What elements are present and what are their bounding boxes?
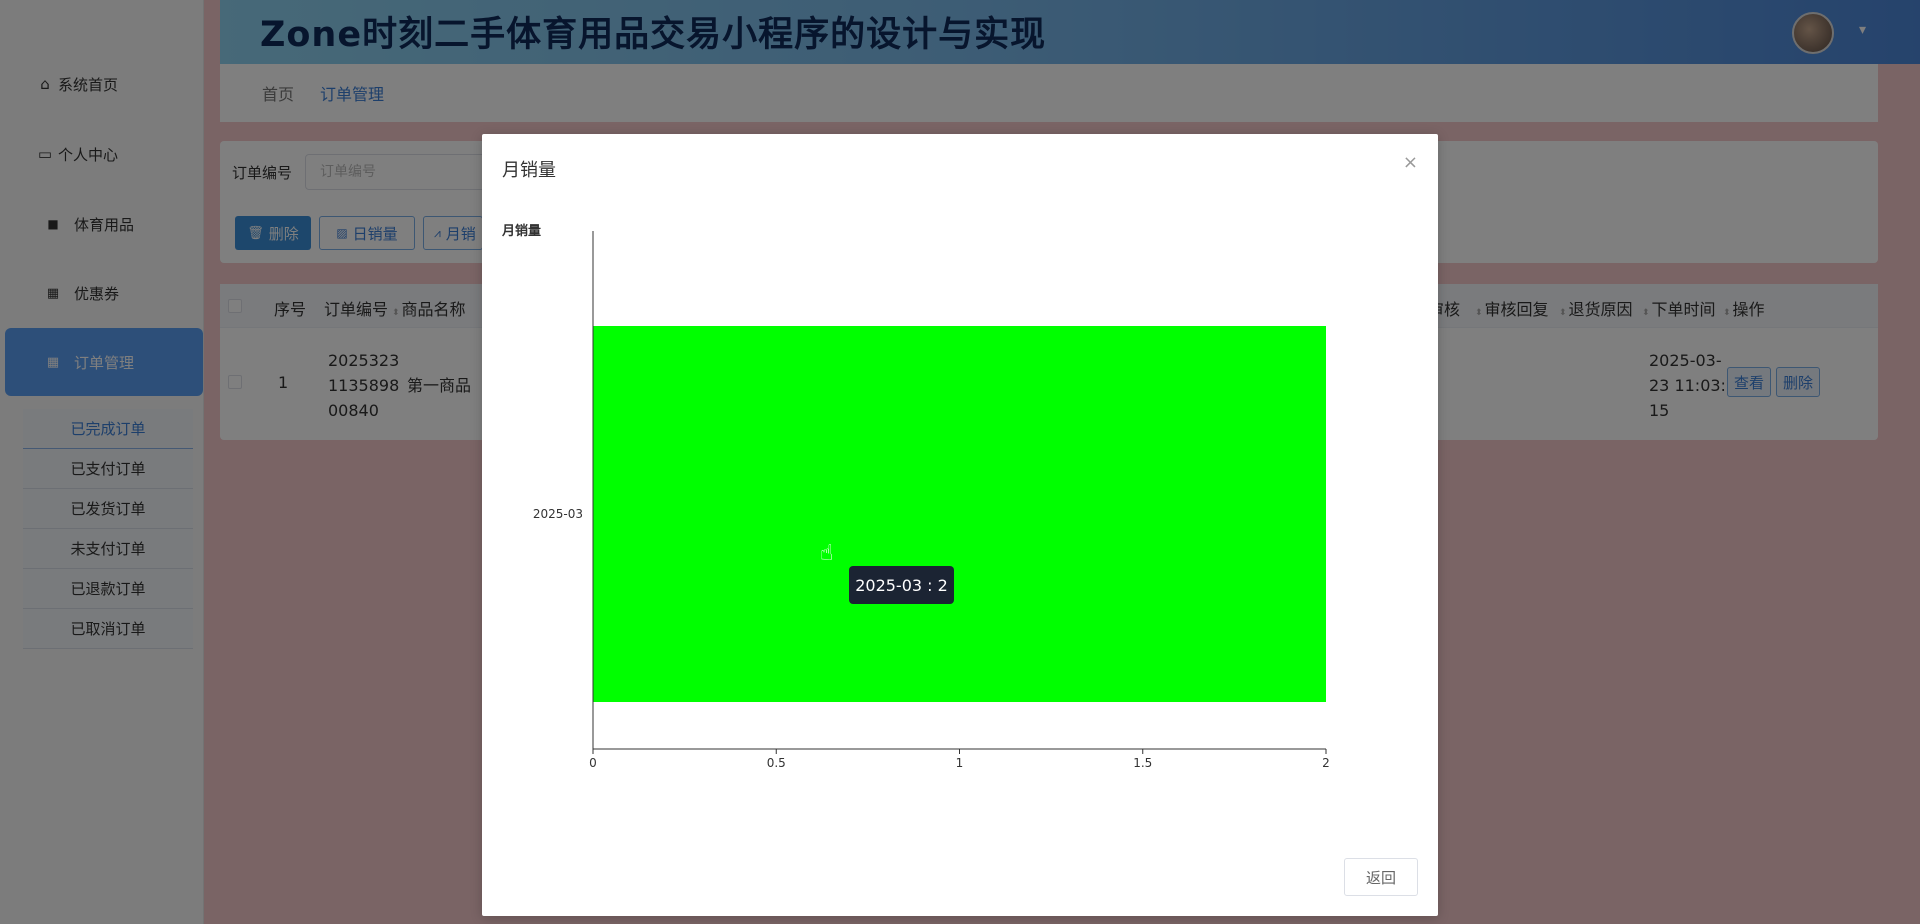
monthly-sales-chart: 2025-03 0 0.5 1 1.5 2 — [533, 231, 1330, 770]
x-tick-label: 2 — [1322, 756, 1330, 770]
x-tick-label: 0.5 — [767, 756, 786, 770]
x-tick-label: 0 — [589, 756, 597, 770]
y-tick-label: 2025-03 — [533, 507, 583, 521]
back-button[interactable]: 返回 — [1344, 858, 1418, 896]
x-tick-label: 1.5 — [1133, 756, 1152, 770]
hand-cursor-icon: ☝ — [820, 541, 834, 566]
bar[interactable] — [593, 326, 1326, 702]
chart-tooltip: 2025-03 : 2 — [849, 566, 954, 604]
monthly-sales-dialog: 月销量 × 月销量 2025-03 0 0.5 1 1.5 2 返回 — [482, 134, 1438, 916]
x-tick-label: 1 — [956, 756, 964, 770]
